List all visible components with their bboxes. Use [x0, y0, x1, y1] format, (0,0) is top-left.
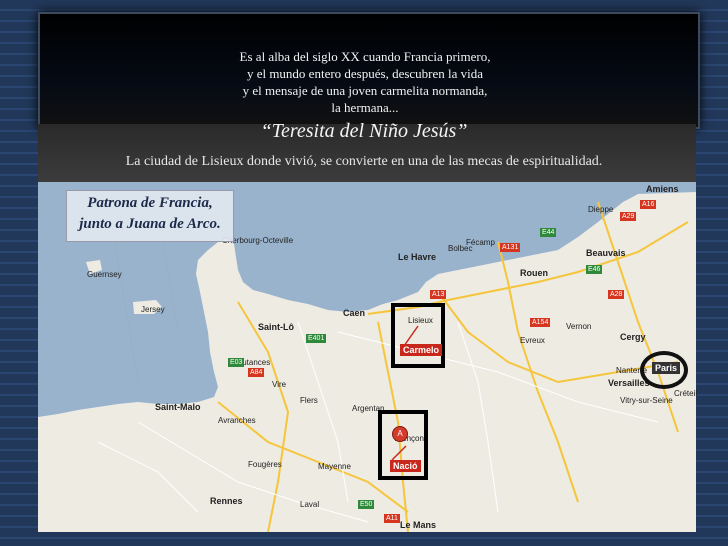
city-guernsey: Guernsey [87, 270, 122, 279]
road-a154: A154 [530, 318, 551, 327]
slide-title: “Teresita del Niño Jesús” [260, 120, 468, 142]
city-jersey: Jersey [141, 305, 165, 314]
city-avranches: Avranches [218, 416, 256, 425]
road-e46: E46 [586, 265, 603, 274]
patrona-box: Patrona de Francia, junto a Juana de Arc… [66, 190, 234, 242]
city-vitry: Vitry-sur-Seine [620, 396, 673, 405]
road-a29: A29 [620, 212, 637, 221]
city-bolbec: Bolbec [448, 244, 473, 253]
marker-arrows [391, 325, 419, 461]
city-beauvais: Beauvais [586, 248, 626, 258]
city-evreux: Evreux [520, 336, 545, 345]
nacio-arrow [391, 445, 407, 461]
city-rouen: Rouen [520, 268, 548, 278]
patrona-line-1: Patrona de Francia, [87, 195, 213, 211]
intro-line-2: y el mundo entero después, descubren la … [246, 66, 484, 81]
intro-line-4: la hermana... [331, 100, 399, 115]
city-fougeres: Fougères [248, 460, 282, 469]
city-vernon: Vernon [566, 322, 592, 331]
patrona-line-2: junto a Juana de Arco. [79, 216, 221, 232]
road-a28: A28 [608, 290, 625, 299]
city-mayenne: Mayenne [318, 462, 351, 471]
intro-line-1: Es al alba del siglo XX cuando Francia p… [239, 49, 491, 64]
slide-subtitle: La ciudad de Lisieux donde vivió, se con… [125, 154, 603, 169]
road-a13: A13 [430, 290, 447, 299]
city-vire: Vire [272, 380, 287, 389]
intro-text: Es al alba del siglo XX cuando Francia p… [200, 48, 530, 116]
road-e401: E401 [306, 334, 327, 343]
road-e50: E50 [358, 500, 375, 509]
road-a11: A11 [384, 514, 400, 523]
road-a84: A84 [248, 368, 265, 377]
city-le-mans: Le Mans [400, 520, 437, 530]
paris-label: Paris [652, 362, 681, 374]
city-dieppe: Dieppe [588, 205, 614, 214]
city-laval: Laval [300, 500, 320, 509]
city-creteil: Créteil [674, 389, 698, 398]
road-a16: A16 [640, 200, 657, 209]
city-amiens: Amiens [646, 184, 679, 194]
city-caen: Caen [343, 308, 366, 318]
road-e44: E44 [540, 228, 557, 237]
city-flers: Flers [300, 396, 318, 405]
city-saint-lo: Saint-Lô [258, 322, 294, 332]
city-cergy: Cergy [620, 332, 646, 342]
intro-line-3: y el mensaje de una joven carmelita norm… [242, 83, 488, 98]
road-a131: A131 [500, 243, 521, 252]
city-rennes: Rennes [210, 496, 243, 506]
carmelo-arrow [403, 325, 419, 347]
city-saint-malo: Saint-Malo [155, 402, 201, 412]
city-le-havre: Le Havre [398, 252, 437, 262]
road-e03: E03 [228, 358, 245, 367]
